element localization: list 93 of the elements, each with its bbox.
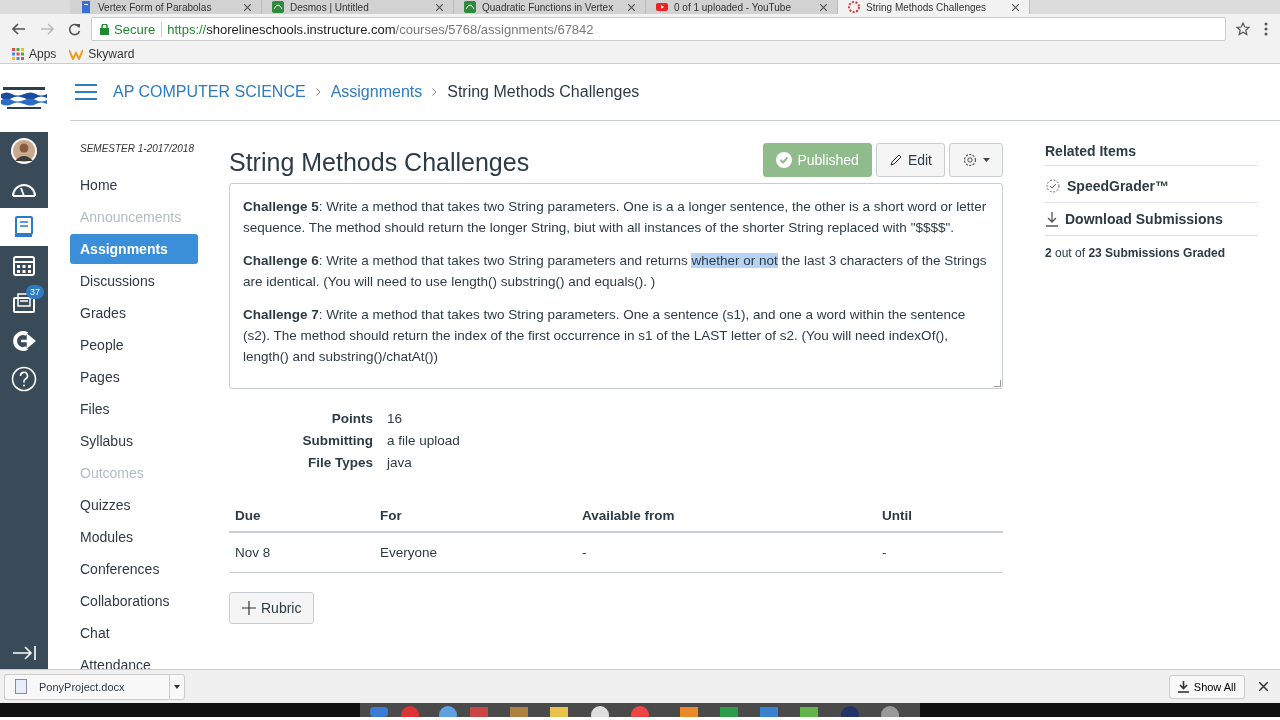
browser-tab[interactable]: 0 of 1 uploaded - YouTube bbox=[646, 0, 838, 14]
course-nav-link[interactable]: Quizzes bbox=[70, 490, 198, 520]
menu-icon[interactable] bbox=[75, 84, 97, 100]
challenge-text: Challenge 7: Write a method that takes two String parameters. One a sentence (s1), and one a word within the sentence (s2). The method should return the index of the first occurrence in s1 of the LAST letter of s2. (You will need indexOf(), length() and substring()/chatAt()) bbox=[243, 306, 967, 366]
grid-icon bbox=[12, 47, 24, 60]
settings-button[interactable] bbox=[949, 143, 1003, 177]
lock-icon bbox=[100, 23, 109, 35]
school-logo[interactable] bbox=[0, 64, 48, 132]
caret-icon bbox=[174, 684, 180, 689]
close-icon[interactable] bbox=[1259, 682, 1268, 691]
close-icon[interactable] bbox=[1012, 3, 1019, 11]
browser-tab[interactable]: String Methods Challenges bbox=[838, 0, 1030, 14]
page-icon bbox=[464, 1, 476, 13]
check-circle-icon bbox=[1045, 179, 1061, 193]
column-header: Available from bbox=[576, 500, 876, 532]
breadcrumb-link[interactable]: Assignments bbox=[330, 83, 423, 101]
course-nav-link[interactable]: Syllabus bbox=[70, 426, 198, 456]
browser-tab[interactable]: Vertex Form of Parabolas bbox=[70, 0, 262, 14]
chevron-icon bbox=[432, 88, 438, 96]
edit-button[interactable]: Edit bbox=[875, 143, 945, 177]
book-icon bbox=[14, 216, 34, 238]
close-icon[interactable] bbox=[628, 3, 635, 11]
page-icon bbox=[272, 1, 284, 13]
bookmark[interactable]: Apps bbox=[29, 46, 57, 61]
term-label: SEMESTER 1-2017/2018 bbox=[80, 143, 195, 154]
arrow-icon bbox=[11, 330, 37, 352]
close-icon[interactable] bbox=[436, 3, 443, 11]
related-link[interactable]: SpeedGrader™ bbox=[1067, 178, 1169, 194]
detail-value: a file upload bbox=[387, 433, 461, 448]
course-nav-link[interactable]: Pages bbox=[70, 362, 198, 392]
column-header: Until bbox=[876, 500, 1003, 532]
detail-label: Points bbox=[330, 411, 373, 426]
table-cell: Everyone bbox=[374, 532, 576, 573]
address-bar[interactable]: Secure https://shorelineschools.instructure.com/courses/5768/assignments/67842 bbox=[91, 17, 1226, 41]
detail-value: 16 bbox=[387, 411, 404, 426]
help-icon bbox=[11, 366, 37, 392]
related-link[interactable]: Download Submissions bbox=[1065, 211, 1223, 227]
browser-tab[interactable]: Desmos | Untitled bbox=[262, 0, 454, 14]
reload-icon[interactable] bbox=[68, 22, 81, 36]
course-nav-link[interactable]: Files bbox=[70, 394, 198, 424]
course-nav-link[interactable]: Modules bbox=[70, 522, 198, 552]
check-circle-icon bbox=[776, 152, 793, 168]
document-icon bbox=[15, 679, 27, 694]
w-logo-icon bbox=[69, 47, 84, 60]
nav-item[interactable]: 37 bbox=[0, 284, 48, 322]
plus-icon bbox=[242, 601, 256, 615]
count-badge: 37 bbox=[26, 285, 44, 299]
resize-handle[interactable] bbox=[994, 380, 1001, 387]
table-cell: - bbox=[576, 532, 876, 573]
menu-icon[interactable] bbox=[1264, 22, 1268, 36]
table-cell: - bbox=[876, 532, 1003, 573]
show-all-button[interactable]: Show All bbox=[1168, 674, 1245, 699]
course-nav-link[interactable]: Chat bbox=[70, 618, 198, 648]
close-icon[interactable] bbox=[244, 3, 251, 11]
browser-tab[interactable]: Quadratic Functions in Vertex bbox=[454, 0, 646, 14]
close-icon[interactable] bbox=[820, 3, 827, 11]
challenge-text: Challenge 5: Write a method that takes two String parameters. One is a a longer sentence, the other is a short word or letter sequence. The method should return the longer String, biut with all instances of the shorter String replaced with "$$$$". bbox=[243, 198, 988, 237]
avatar-icon bbox=[10, 137, 38, 165]
section-heading: Related Items bbox=[1045, 143, 1258, 166]
page-icon bbox=[80, 1, 92, 13]
course-nav-link[interactable]: Grades bbox=[70, 298, 198, 328]
download-icon bbox=[1177, 680, 1189, 693]
column-header: Due bbox=[229, 500, 374, 532]
star-icon[interactable] bbox=[1236, 22, 1250, 36]
detail-label: Submitting bbox=[301, 433, 373, 448]
download-icon bbox=[1045, 211, 1059, 227]
collapse-icon[interactable] bbox=[12, 645, 36, 661]
calendar-icon bbox=[13, 254, 35, 276]
course-nav-link[interactable]: People bbox=[70, 330, 198, 360]
table-cell: Nov 8 bbox=[229, 532, 374, 573]
course-nav-link[interactable]: Home bbox=[70, 170, 198, 200]
challenge-text: Challenge 6: Write a method that takes two String parameters and returns whether or not the last 3 characters of the Strings are identical. (You will need to use length() substring() and equals(). ) bbox=[243, 252, 988, 291]
settings-icon bbox=[962, 152, 978, 168]
pencil-icon bbox=[888, 153, 903, 167]
column-header: For bbox=[374, 500, 576, 532]
page-icon bbox=[656, 1, 668, 13]
download-item[interactable]: PonyProject.docx bbox=[4, 673, 169, 700]
rubric-button[interactable]: Rubric bbox=[229, 592, 315, 624]
breadcrumb-current: String Methods Challenges bbox=[447, 83, 640, 101]
assignment-title: String Methods Challenges bbox=[229, 148, 530, 177]
chevron-icon bbox=[315, 88, 321, 96]
caret-icon bbox=[983, 158, 990, 162]
course-nav-link[interactable]: Discussions bbox=[70, 266, 198, 296]
detail-label: File Types bbox=[306, 455, 373, 470]
detail-value: java bbox=[387, 455, 413, 470]
caret-button[interactable] bbox=[169, 673, 185, 700]
back-icon[interactable] bbox=[12, 23, 26, 35]
bookmark[interactable]: Skyward bbox=[88, 46, 135, 61]
breadcrumb-link[interactable]: AP COMPUTER SCIENCE bbox=[113, 83, 306, 101]
course-nav-link[interactable]: Collaborations bbox=[70, 586, 198, 616]
page-icon bbox=[848, 1, 860, 13]
graded-count: 2 out of 23 Submissions Graded bbox=[1045, 245, 1227, 260]
course-nav-link[interactable]: Conferences bbox=[70, 554, 198, 584]
